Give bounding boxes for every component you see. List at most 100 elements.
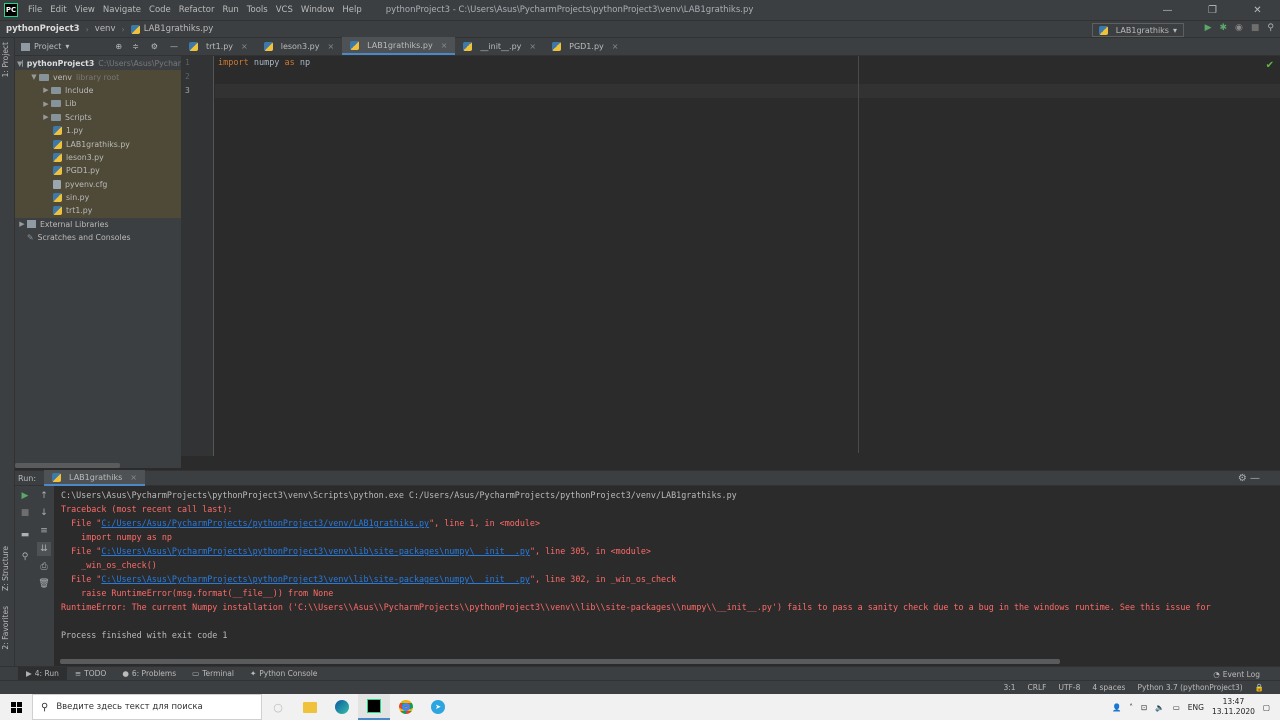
run-configuration-select[interactable]: LAB1grathiks ▾ [1091,23,1184,37]
close-tab-icon[interactable]: × [529,42,536,51]
edge-button[interactable] [326,694,358,720]
trace-file-link[interactable]: C:\Users\Asus\PycharmProjects\pythonProj… [101,574,530,584]
scroll-up-icon[interactable]: ↑ [37,489,51,503]
network-icon[interactable]: ⊡ [1141,703,1147,712]
trash-icon[interactable]: 🗑 [37,577,51,591]
telegram-button[interactable]: ➤ [422,694,454,720]
tree-item-external-libraries[interactable]: ▶ External Libraries [15,218,181,231]
tree-item-scripts[interactable]: ▶ Scripts [15,110,181,124]
clock[interactable]: 13:47 13.11.2020 [1212,697,1255,717]
debug-icon[interactable]: ✱ [1219,23,1227,33]
close-tab-icon[interactable]: × [441,41,448,50]
print-icon[interactable]: ⎙ [37,560,51,574]
volume-icon[interactable]: 🔈 [1155,703,1164,712]
chevron-down-icon[interactable]: ▼ [29,73,39,81]
menu-navigate[interactable]: Navigate [99,5,145,15]
run-icon[interactable]: ▶ [1205,23,1212,33]
chrome-button[interactable] [390,694,422,720]
status-indent[interactable]: 4 spaces [1092,683,1125,692]
menu-run[interactable]: Run [218,5,242,15]
gear-icon[interactable]: ⚙ — [1238,473,1260,484]
notifications-icon[interactable]: ▢ [1263,703,1270,712]
stop-icon[interactable]: ■ [18,506,32,520]
editor-tab[interactable]: PGD1.py × [544,37,626,55]
menu-file[interactable]: File [24,5,46,15]
tree-item-include[interactable]: ▶ Include [15,83,181,98]
task-view-button[interactable]: ○ [262,694,294,720]
restore-button[interactable]: ❐ [1190,0,1235,20]
close-tab-icon[interactable]: × [327,42,334,51]
file-explorer-button[interactable] [294,694,326,720]
chevron-right-icon[interactable]: ▶ [41,113,51,121]
favorites-tool-tab[interactable]: 2: Favorites [1,606,10,650]
start-button[interactable] [0,694,32,720]
console-horizontal-scrollbar[interactable] [60,659,1060,664]
tool-tab-todo[interactable]: ≡ TODO [67,667,114,681]
tree-item-file[interactable]: sin.py [15,190,181,205]
trace-file-link[interactable]: C:/Users/Asus/PycharmProjects/pythonProj… [101,518,429,528]
gear-icon[interactable]: ⚙ [151,42,158,51]
taskbar-search-input[interactable]: ⚲ Введите здесь текст для поиска [32,694,262,720]
tree-item-file[interactable]: PGD1.py [15,164,181,178]
chevron-down-icon[interactable]: ▾ [65,42,69,51]
trace-file-link[interactable]: C:\Users\Asus\PycharmProjects\pythonProj… [101,546,530,556]
chevron-right-icon[interactable]: ▶ [17,220,27,228]
status-line-separator[interactable]: CRLF [1028,683,1047,692]
scroll-to-end-icon[interactable]: ⇊ [37,542,51,556]
hide-icon[interactable]: — [170,42,178,51]
breadcrumb-file[interactable]: LAB1grathiks.py [144,24,214,34]
show-hidden-icons[interactable]: ˄ [1129,703,1133,712]
menu-tools[interactable]: Tools [243,5,272,15]
menu-help[interactable]: Help [338,5,365,15]
user-icon[interactable]: 👤 [1112,703,1121,712]
project-tool-tab[interactable]: 1: Project [1,42,10,77]
run-tab[interactable]: LAB1grathiks × [44,470,145,486]
language-indicator[interactable]: ENG [1188,703,1204,712]
editor-tab[interactable]: __init__.py × [455,37,544,55]
tree-item-lib[interactable]: ▶ Lib [15,97,181,111]
close-tab-icon[interactable]: × [612,42,619,51]
soft-wrap-icon[interactable]: ≡ [37,524,51,538]
menu-view[interactable]: View [71,5,99,15]
editor-tab[interactable]: leson3.py × [256,37,342,55]
menu-refactor[interactable]: Refactor [175,5,219,15]
close-window-button[interactable]: ✕ [1235,0,1280,20]
horizontal-scrollbar[interactable] [15,463,120,468]
tree-item-file[interactable]: trt1.py [15,204,181,218]
rerun-icon[interactable]: ▶ [18,489,32,503]
layout-icon[interactable]: ▬ [18,528,32,542]
breadcrumb-project[interactable]: pythonProject3 [6,24,80,34]
tool-tab-problems[interactable]: ● 6: Problems [114,667,184,681]
tool-tab-terminal[interactable]: ▭ Terminal [184,667,242,681]
tree-item-scratches[interactable]: ✎ Scratches and Consoles [15,231,181,244]
code-editor[interactable]: import numpy as np [215,56,1280,456]
battery-icon[interactable]: ▭ [1173,703,1180,712]
menu-code[interactable]: Code [145,5,175,15]
tree-item-file[interactable]: LAB1grathiks.py [15,137,181,151]
menu-vcs[interactable]: VCS [272,5,297,15]
menu-window[interactable]: Window [297,5,339,15]
close-tab-icon[interactable]: × [241,42,248,51]
locate-icon[interactable]: ⊕ [115,42,122,51]
pycharm-taskbar-button[interactable] [358,694,390,720]
structure-tool-tab[interactable]: Z: Structure [1,546,10,591]
menu-edit[interactable]: Edit [46,5,70,15]
tool-tab-python-console[interactable]: ✦ Python Console [242,667,325,681]
editor-tab-active[interactable]: LAB1grathiks.py × [342,37,456,55]
status-caret-position[interactable]: 3:1 [1003,683,1015,692]
search-everywhere-icon[interactable]: ⚲ [1267,23,1274,33]
chevron-right-icon[interactable]: ▶ [41,100,51,108]
editor-tab[interactable]: trt1.py × [181,37,256,55]
pin-icon[interactable]: ⚲ [18,550,32,564]
status-interpreter[interactable]: Python 3.7 (pythonProject3) [1137,683,1242,692]
tree-root-project[interactable]: ▼ pythonProject3 C:\Users\Asus\Pychar [15,57,181,70]
inspection-ok-icon[interactable]: ✔ [1266,60,1274,71]
stop-icon[interactable]: ■ [1251,23,1260,33]
tool-tab-run[interactable]: ▶ 4: Run [18,666,67,681]
event-log-button[interactable]: ◔ Event Log [1213,667,1260,681]
close-tab-icon[interactable]: × [130,473,137,482]
coverage-icon[interactable]: ◉ [1235,23,1243,33]
tree-item-file[interactable]: pyvenv.cfg [15,177,181,191]
breadcrumb-folder[interactable]: venv [95,24,116,34]
project-view-select[interactable]: Project [34,42,61,51]
